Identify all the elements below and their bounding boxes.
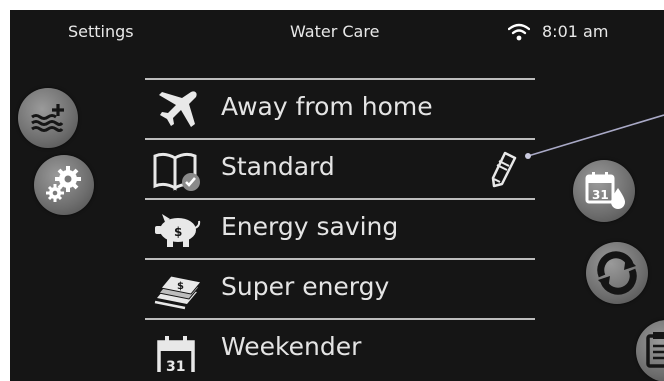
calendar-icon: 31 (157, 336, 195, 372)
mode-label: Energy saving (221, 212, 399, 241)
list-item-super-energy[interactable]: $ Super energy (145, 260, 535, 318)
mode-label: Weekender (221, 332, 362, 361)
mode-label: Super energy (221, 272, 390, 301)
mode-list: Away from home Standard $ Energy saving … (145, 78, 535, 381)
svg-text:$: $ (177, 281, 184, 292)
airplane-icon (159, 91, 197, 127)
cycle-button[interactable] (586, 242, 648, 304)
money-stack-icon: $ (154, 275, 201, 310)
page-title: Water Care (290, 22, 380, 41)
svg-text:31: 31 (592, 188, 609, 202)
mode-label: Standard (221, 152, 335, 181)
book-check-icon (153, 152, 200, 191)
pencil-icon[interactable] (488, 150, 518, 188)
gears-icon (46, 166, 81, 202)
list-item-weekender[interactable]: 31 Weekender (145, 320, 535, 378)
wifi-icon (508, 23, 530, 41)
clipboard-icon (646, 332, 664, 368)
list-item-standard[interactable]: Standard (145, 140, 535, 198)
log-button[interactable] (636, 320, 664, 381)
screen: Settings Water Care 8:01 am 31 Away from… (0, 0, 664, 381)
settings-link[interactable]: Settings (68, 22, 134, 41)
schedule-button[interactable]: 31 (573, 160, 635, 222)
refresh-cycle-icon (597, 251, 637, 295)
calendar-drop-icon: 31 (585, 172, 625, 209)
clock: 8:01 am (542, 22, 609, 41)
piggy-bank-icon: $ (155, 214, 201, 247)
list-item-away-from-home[interactable]: Away from home (145, 80, 535, 138)
water-care-panel: Settings Water Care 8:01 am 31 Away from… (10, 10, 664, 381)
svg-text:$: $ (174, 225, 182, 239)
water-plus-icon (31, 104, 64, 132)
water-plus-button[interactable] (18, 88, 78, 148)
settings-gears-button[interactable] (34, 155, 94, 215)
mode-label: Away from home (221, 92, 433, 121)
list-item-energy-saving[interactable]: $ Energy saving (145, 200, 535, 258)
svg-text:31: 31 (166, 359, 185, 372)
